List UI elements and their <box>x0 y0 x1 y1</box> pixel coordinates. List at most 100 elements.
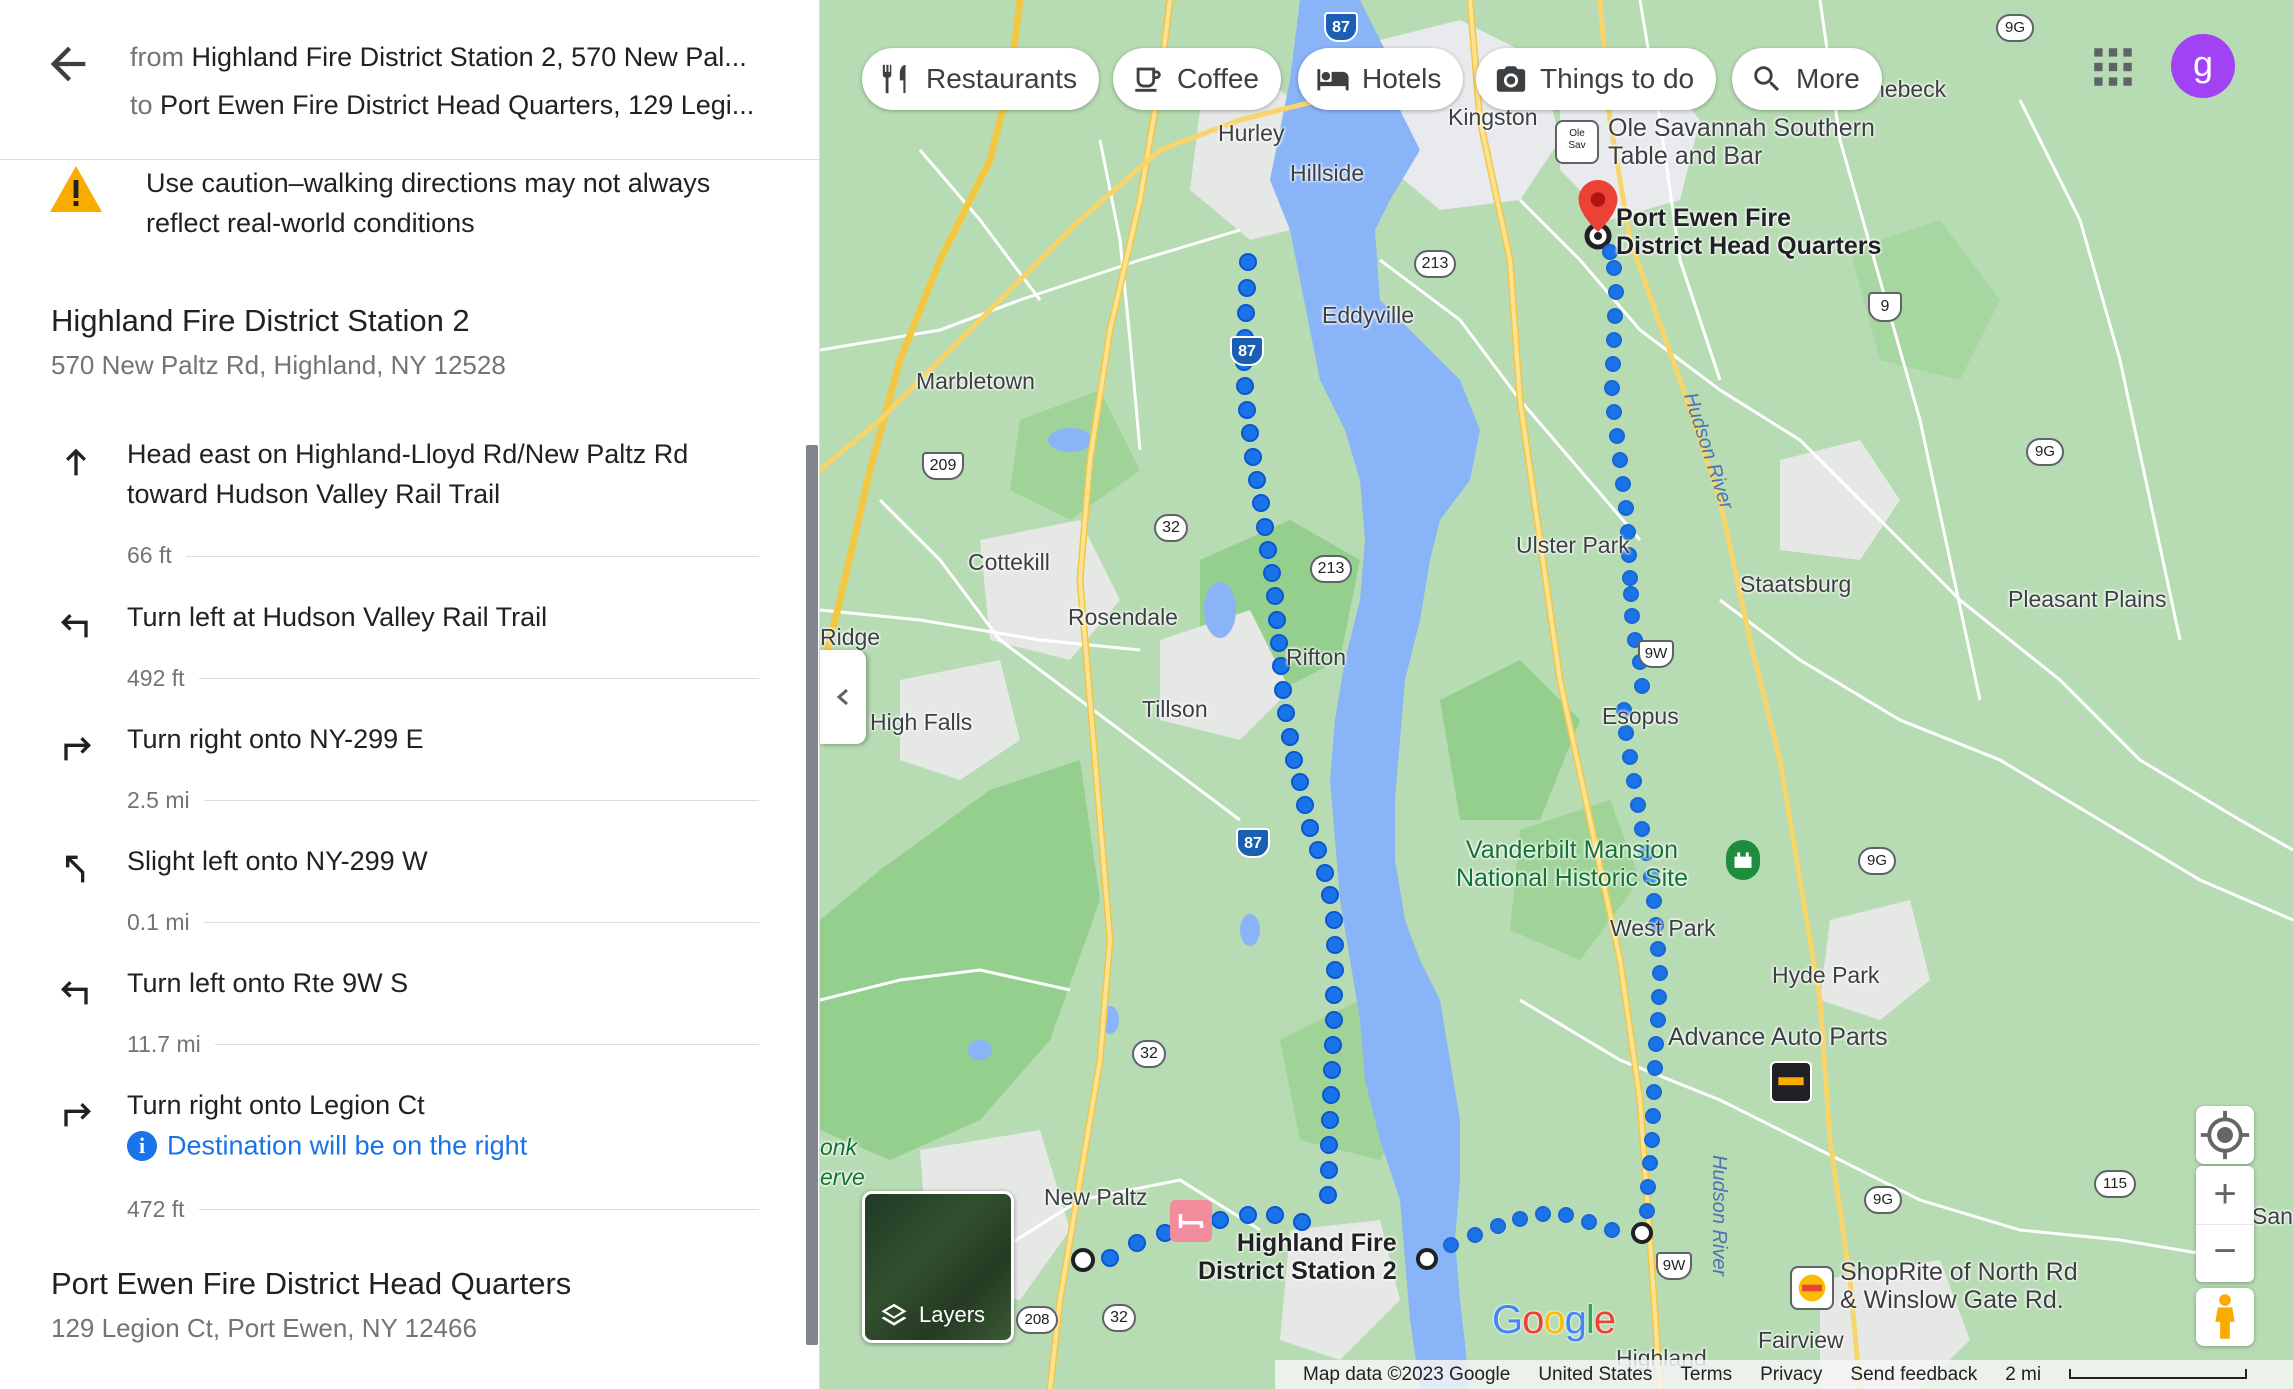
route-from-prefix: from <box>130 42 184 72</box>
label-mohonk[interactable]: onk <box>820 1134 857 1161</box>
step-6-divider <box>127 1209 759 1210</box>
back-arrow-icon <box>50 46 86 82</box>
account-avatar[interactable]: g <box>2171 34 2235 98</box>
step-1-distance: 66 ft <box>127 542 186 569</box>
restaurant-marker-icon[interactable]: Ole Sav <box>1555 120 1599 164</box>
warning-icon <box>50 166 102 212</box>
label-rosendale[interactable]: Rosendale <box>1068 604 1178 631</box>
label-west-park[interactable]: West Park <box>1610 915 1716 942</box>
step-5-divider <box>127 1044 759 1045</box>
chip-things-to-do[interactable]: Things to do <box>1476 48 1717 110</box>
street-view-button[interactable] <box>2196 1288 2254 1346</box>
label-rhinebeck[interactable]: hebeck <box>1872 76 1946 103</box>
label-vanderbilt-mansion[interactable]: Vanderbilt Mansion National Historic Sit… <box>1456 836 1688 892</box>
turn-right-icon <box>64 1103 91 1127</box>
step-3-text[interactable]: Turn right onto NY-299 E <box>127 719 767 759</box>
coffee-icon <box>1135 67 1161 92</box>
terms-link[interactable]: Terms <box>1680 1364 1732 1386</box>
turn-left-icon <box>61 614 88 638</box>
chip-restaurants[interactable]: Restaurants <box>862 48 1099 110</box>
chip-hotels[interactable]: Hotels <box>1298 48 1464 110</box>
route-to-value: Port Ewen Fire District Head Quarters, 1… <box>160 90 755 120</box>
shield-r213-b: 213 <box>1310 555 1352 583</box>
label-tillson[interactable]: Tillson <box>1142 696 1208 723</box>
chip-hotels-label: Hotels <box>1362 63 1442 94</box>
panel-scrollbar[interactable] <box>806 445 818 1345</box>
turn-left-icon <box>61 981 88 1005</box>
shield-i87-a: 87 <box>1324 12 1358 42</box>
label-rifton[interactable]: Rifton <box>1286 644 1346 671</box>
map-canvas[interactable]: Kingston Hurley Hillside Eddyville Marbl… <box>820 0 2293 1389</box>
label-esopus[interactable]: Esopus <box>1602 703 1679 730</box>
straight-arrow-icon <box>66 448 86 476</box>
scale-text: 2 mi <box>2005 1363 2042 1385</box>
label-ridge[interactable]: Ridge <box>820 624 880 651</box>
apps-grid-icon[interactable] <box>2088 42 2138 92</box>
label-fairview[interactable]: Fairview <box>1758 1327 1844 1354</box>
privacy-link[interactable]: Privacy <box>1760 1364 1822 1386</box>
step-4-text[interactable]: Slight left onto NY-299 W <box>127 841 767 881</box>
route-from-value: Highland Fire District Station 2, 570 Ne… <box>191 42 747 72</box>
shield-r32-a: 32 <box>1154 514 1188 542</box>
label-marbletown[interactable]: Marbletown <box>916 368 1035 395</box>
turn-right-icon <box>64 737 91 761</box>
layers-button[interactable]: Layers <box>862 1191 1014 1343</box>
label-staatsburg[interactable]: Staatsburg <box>1740 571 1851 598</box>
hotel-marker-icon[interactable] <box>1170 1200 1212 1242</box>
label-high-falls[interactable]: High Falls <box>870 709 972 736</box>
label-eddyville[interactable]: Eddyville <box>1322 302 1414 329</box>
zoom-out-button[interactable]: − <box>2196 1224 2254 1282</box>
label-san[interactable]: San <box>2252 1203 2293 1230</box>
auto-parts-marker-icon[interactable] <box>1770 1061 1812 1103</box>
shield-r213-a: 213 <box>1414 250 1456 278</box>
step-1-text[interactable]: Head east on Highland-Lloyd Rd/New Paltz… <box>127 434 767 514</box>
my-location-button[interactable] <box>2196 1106 2254 1164</box>
label-advance-auto-parts[interactable]: Advance Auto Parts <box>1668 1023 1888 1051</box>
destination-side-note: i Destination will be on the right <box>127 1129 527 1161</box>
scale-bar <box>2069 1369 2248 1380</box>
bed-icon <box>1317 69 1349 91</box>
route-to[interactable]: to Port Ewen Fire District Head Quarters… <box>130 90 770 121</box>
label-pleasant-plains[interactable]: Pleasant Plains <box>2008 586 2167 613</box>
shield-r9w-b: 9W <box>1656 1252 1692 1280</box>
label-ulster-park[interactable]: Ulster Park <box>1516 532 1630 559</box>
label-new-paltz[interactable]: New Paltz <box>1044 1184 1148 1211</box>
origin-name: Highland Fire District Station 2 <box>51 303 470 338</box>
label-preserve[interactable]: erve <box>820 1164 865 1191</box>
label-hurley[interactable]: Hurley <box>1218 120 1284 147</box>
label-hyde-park[interactable]: Hyde Park <box>1772 962 1879 989</box>
directions-panel: from Highland Fire District Station 2, 5… <box>0 0 820 1389</box>
info-icon: i <box>127 1130 157 1161</box>
step-6-text[interactable]: Turn right onto Legion Ct <box>127 1085 767 1125</box>
step-5-text[interactable]: Turn left onto Rte 9W S <box>127 963 767 1003</box>
label-highland-fire[interactable]: Highland Fire District Station 2 <box>1198 1229 1397 1285</box>
historic-site-icon[interactable] <box>1726 840 1760 880</box>
label-shoprite[interactable]: ShopRite of North Rd & Winslow Gate Rd. <box>1840 1258 2078 1314</box>
label-hillside[interactable]: Hillside <box>1290 160 1364 187</box>
route-from[interactable]: from Highland Fire District Station 2, 5… <box>130 42 770 73</box>
shield-i87-c: 87 <box>1236 828 1270 858</box>
layers-icon <box>881 1303 907 1326</box>
country-link[interactable]: United States <box>1538 1364 1652 1386</box>
step-1-divider <box>127 556 759 557</box>
shield-r115: 115 <box>2094 1170 2136 1198</box>
shield-r32-b: 32 <box>1132 1040 1166 1068</box>
step-4-divider <box>127 922 759 923</box>
collapse-panel-button[interactable] <box>820 650 866 744</box>
step-2-text[interactable]: Turn left at Hudson Valley Rail Trail <box>127 597 767 637</box>
label-cottekill[interactable]: Cottekill <box>968 549 1050 576</box>
label-port-ewen-fire[interactable]: Port Ewen Fire District Head Quarters <box>1616 204 1881 260</box>
back-button[interactable] <box>42 38 94 90</box>
chip-more[interactable]: More <box>1732 48 1882 110</box>
zoom-in-button[interactable]: + <box>2196 1166 2254 1224</box>
scale-label[interactable]: 2 mi <box>2005 1363 2248 1386</box>
route-to-prefix: to <box>130 90 153 120</box>
send-feedback-link[interactable]: Send feedback <box>1850 1364 1977 1386</box>
map-data-credit: Map data ©2023 Google <box>1303 1363 1511 1385</box>
destination-address: 129 Legion Ct, Port Ewen, NY 12466 <box>51 1313 477 1343</box>
step-6-distance: 472 ft <box>127 1196 199 1223</box>
route-header: from Highland Fire District Station 2, 5… <box>0 0 819 160</box>
chip-coffee[interactable]: Coffee <box>1113 48 1281 110</box>
grocery-marker-icon[interactable] <box>1790 1266 1834 1310</box>
label-ole-savannah[interactable]: Ole Savannah Southern Table and Bar <box>1608 114 1875 170</box>
